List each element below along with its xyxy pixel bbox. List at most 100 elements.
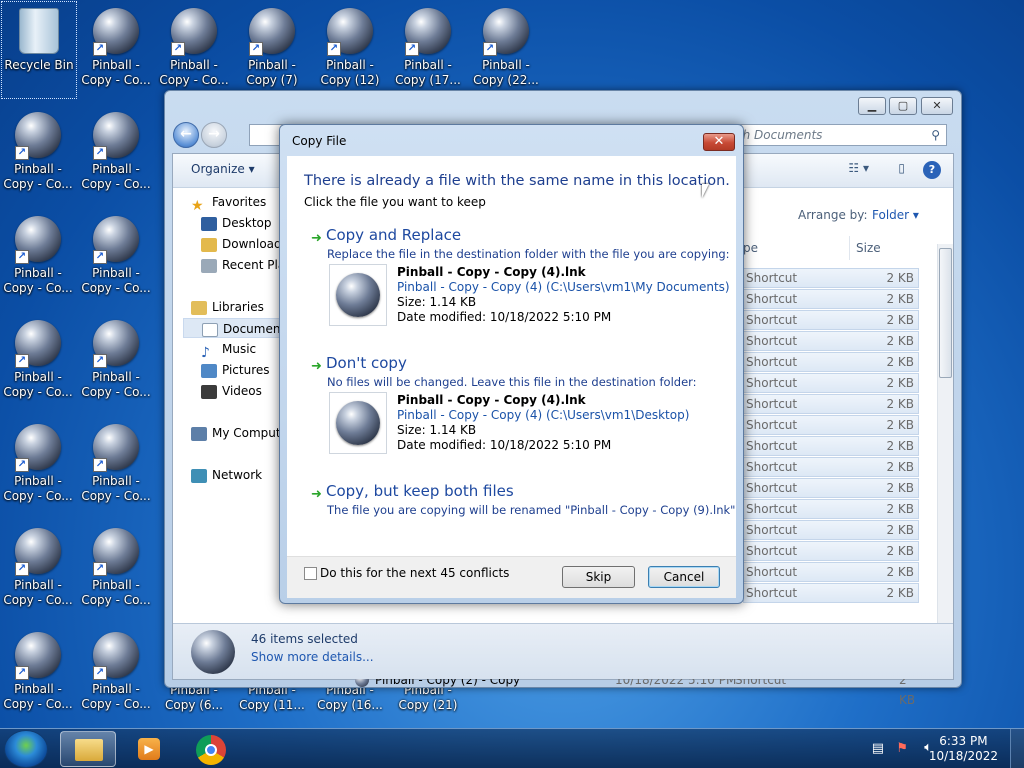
pinball-icon: ↗ (15, 424, 61, 472)
dialog-close-button[interactable]: ✕ (703, 133, 735, 151)
taskbar-chrome-button[interactable] (184, 731, 240, 767)
desktop-icon-pinball[interactable]: ↗ Pinball - Copy (12) (312, 2, 388, 98)
file-size: 2 KB (886, 502, 914, 516)
desktop-icon-pinball[interactable]: ↗ Pinball - Copy - Co... (0, 418, 76, 514)
skip-button[interactable]: Skip (562, 566, 635, 588)
option-title: Copy, but keep both files (326, 482, 514, 500)
arrange-by-dropdown[interactable]: Folder ▾ (872, 208, 919, 222)
desktop-icon-pinball[interactable]: ↗ Pinball - Copy - Co... (156, 2, 232, 98)
file-row[interactable]: Shortcut 2 KB (743, 394, 919, 414)
file-row[interactable]: Shortcut 2 KB (743, 520, 919, 540)
desktop-icon-pinball[interactable]: ↗ Pinball - Copy (22... (468, 2, 544, 98)
nav-item-label: Videos (222, 384, 262, 398)
conflicts-checkbox[interactable] (304, 567, 317, 580)
file-row[interactable]: Shortcut 2 KB (743, 499, 919, 519)
option-keep-both[interactable]: ➜ Copy, but keep both files The file you… (287, 480, 736, 520)
desktop-icon-pinball[interactable]: ↗ Pinball - Copy - Co... (0, 106, 76, 202)
file-row[interactable]: Shortcut 2 KB (743, 583, 919, 603)
close-button[interactable]: ✕ (921, 97, 953, 115)
clock-time: 6:33 PM (939, 734, 988, 748)
pinball-icon (336, 273, 380, 317)
search-input[interactable]: ch Documents ⚲ (727, 124, 947, 146)
pinball-icon: ↗ (93, 8, 139, 56)
file-row[interactable]: Shortcut 2 KB (743, 310, 919, 330)
desktop-icon-pinball[interactable]: ↗ Pinball - Copy - Co... (78, 522, 154, 618)
file-row[interactable]: Shortcut 2 KB (743, 436, 919, 456)
file-type: Shortcut (746, 292, 798, 306)
pinball-icon: ↗ (93, 216, 139, 264)
start-button[interactable] (4, 730, 48, 768)
minimize-button[interactable]: ▁ (858, 97, 886, 115)
desktop-icon-pinball[interactable]: ↗ Pinball - Copy - Co... (78, 418, 154, 514)
file-row[interactable]: Shortcut 2 KB (743, 331, 919, 351)
file-row[interactable]: Shortcut 2 KB (743, 478, 919, 498)
file-thumbnail (329, 264, 387, 326)
file-type: Shortcut (746, 355, 798, 369)
preview-pane-icon[interactable]: ▯ (898, 161, 905, 175)
system-clock[interactable]: 6:33 PM 10/18/2022 (929, 734, 998, 764)
dialog-instruction: Click the file you want to keep (304, 195, 486, 209)
tray-network-icon[interactable]: ▤ (872, 741, 884, 756)
file-type: Shortcut (746, 313, 798, 327)
option-description: No files will be changed. Leave this fil… (327, 375, 697, 389)
copy-file-dialog: Copy File ✕ There is already a file with… (279, 124, 744, 604)
option-copy-and-replace[interactable]: ➜ Copy and Replace Replace the file in t… (287, 224, 736, 334)
desktop-icon-pinball[interactable]: ↗ Pinball - Copy - Co... (78, 314, 154, 410)
file-row[interactable]: Shortcut 2 KB (743, 415, 919, 435)
mouse-cursor (702, 184, 709, 198)
conflicts-checkbox-label[interactable]: Do this for the next 45 conflicts (320, 566, 509, 580)
recycle-bin-icon (19, 8, 59, 54)
file-row[interactable]: Shortcut 2 KB (743, 289, 919, 309)
file-row[interactable]: Shortcut 2 KB (743, 373, 919, 393)
file-size: 2 KB (886, 460, 914, 474)
file-size: 2 KB (886, 313, 914, 327)
desktop-icon-pinball[interactable]: ↗ Pinball - Copy - Co... (0, 522, 76, 618)
forward-button[interactable]: → (201, 122, 227, 148)
option-dont-copy[interactable]: ➜ Don't copy No files will be changed. L… (287, 352, 736, 462)
column-size-header[interactable]: Size (849, 236, 881, 260)
file-row[interactable]: Shortcut 2 KB (743, 268, 919, 288)
file-list: Arrange by: Folder ▾ pe Size Shortcut 2 K… (743, 188, 953, 623)
taskbar-media-player-button[interactable]: ▶ (122, 731, 178, 767)
show-more-details-link[interactable]: Show more details... (251, 650, 374, 664)
clock-date: 10/18/2022 (928, 749, 998, 763)
vertical-scrollbar[interactable] (937, 244, 953, 623)
help-icon[interactable]: ? (923, 161, 941, 179)
file-row[interactable]: Shortcut 2 KB (743, 352, 919, 372)
file-row[interactable]: Shortcut 2 KB (743, 562, 919, 582)
scrollbar-thumb[interactable] (939, 248, 952, 378)
pictures-icon (201, 363, 217, 378)
status-bar: 46 items selected Show more details... (173, 623, 953, 679)
file-size: Size: 1.14 KB (397, 295, 477, 309)
desktop-icon-label: Pinball - Copy - Co... (81, 58, 151, 87)
cancel-button[interactable]: Cancel (648, 566, 720, 588)
back-button[interactable]: ← (173, 122, 199, 148)
file-type: Shortcut (746, 418, 798, 432)
desktop-icon-pinball[interactable]: ↗ Pinball - Copy - Co... (0, 210, 76, 306)
file-row[interactable]: Shortcut 2 KB (743, 457, 919, 477)
file-size: 2 KB (886, 334, 914, 348)
nav-item-label: Network (212, 468, 263, 482)
music-icon: ♪ (201, 344, 210, 360)
desktop-icon-pinball[interactable]: ↗ Pinball - Copy - Co... (78, 106, 154, 202)
taskbar-explorer-button[interactable] (60, 731, 116, 767)
desktop-icon-pinball[interactable]: ↗ Pinball - Copy - Co... (0, 314, 76, 410)
desktop-icon-recycle-bin[interactable]: Recycle Bin (1, 1, 77, 99)
tray-action-center-icon[interactable]: ⚑ (896, 741, 908, 756)
organize-button[interactable]: Organize ▾ (191, 162, 255, 176)
desktop-icon-pinball[interactable]: ↗ Pinball - Copy - Co... (78, 210, 154, 306)
desktop-icon-pinball[interactable]: ↗ Pinball - Copy - Co... (78, 626, 154, 722)
file-type: Shortcut (746, 544, 798, 558)
desktop-icon-pinball[interactable]: ↗ Pinball - Copy (17... (390, 2, 466, 98)
desktop-icon-pinball[interactable]: ↗ Pinball - Copy (7) (234, 2, 310, 98)
maximize-button[interactable]: ▢ (889, 97, 917, 115)
column-type-header[interactable]: pe (743, 236, 758, 260)
view-options-icon[interactable]: ☷ ▾ (848, 161, 869, 175)
green-arrow-icon: ➜ (311, 359, 322, 374)
file-row[interactable]: Shortcut 2 KB (743, 541, 919, 561)
desktop-icon-pinball[interactable]: ↗ Pinball - Copy - Co... (0, 626, 76, 722)
dialog-footer: Do this for the next 45 conflicts Skip C… (287, 556, 736, 598)
desktop-icon-pinball[interactable]: ↗ Pinball - Copy - Co... (78, 2, 154, 98)
file-date-modified: Date modified: 10/18/2022 5:10 PM (397, 310, 612, 324)
show-desktop-button[interactable] (1010, 729, 1024, 768)
